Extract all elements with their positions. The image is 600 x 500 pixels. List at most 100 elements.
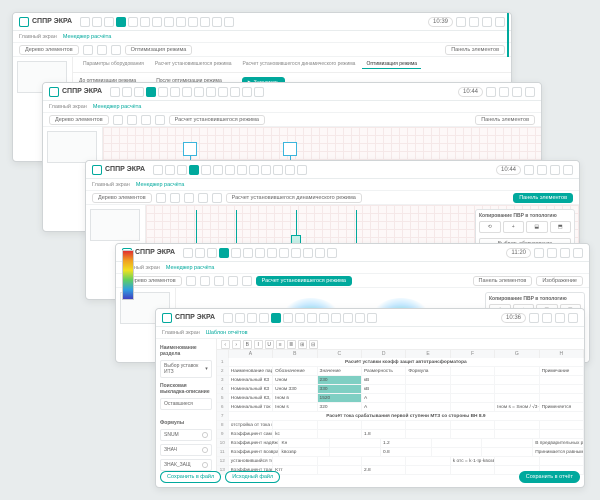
panel-btn[interactable]: ⬒ — [550, 221, 572, 233]
mini-btn[interactable] — [242, 276, 252, 286]
window-btn[interactable] — [495, 17, 505, 27]
tool-btn[interactable] — [212, 17, 222, 27]
cell[interactable] — [406, 421, 450, 429]
fmt-btn[interactable]: ‹ — [221, 340, 230, 349]
cell[interactable] — [540, 394, 584, 402]
tool-btn[interactable] — [183, 248, 193, 258]
formula-item[interactable]: ЗНАК_ЗАЩ — [160, 459, 212, 471]
cell[interactable]: 320 — [318, 403, 362, 411]
tool-btn-active[interactable] — [116, 17, 126, 27]
tool-btn[interactable] — [307, 313, 317, 323]
mini-btn[interactable] — [156, 193, 166, 203]
tool-btn[interactable] — [315, 248, 325, 258]
tool-btn[interactable] — [110, 87, 120, 97]
cell[interactable] — [451, 421, 495, 429]
table-row[interactable]: 6Номинальный ток обмотки, сила 3Iном s32… — [217, 403, 584, 412]
window-btn[interactable] — [525, 87, 535, 97]
cell[interactable]: А — [362, 403, 406, 411]
cell[interactable] — [495, 430, 539, 438]
col-header[interactable] — [217, 350, 229, 358]
window-btn[interactable] — [547, 248, 557, 258]
mini-btn[interactable] — [111, 45, 121, 55]
cell[interactable] — [406, 394, 450, 402]
cell[interactable]: 0.8 — [381, 448, 432, 456]
panel-btn[interactable]: ⬓ — [526, 221, 548, 233]
col-header[interactable]: E — [406, 350, 450, 358]
tool-btn[interactable] — [224, 17, 234, 27]
col-header[interactable]: H — [540, 350, 584, 358]
window-btn[interactable] — [555, 313, 565, 323]
fmt-btn[interactable]: ⊞ — [298, 340, 307, 349]
panel-toggle[interactable]: Панель элементов — [473, 276, 533, 286]
cell[interactable]: 230 — [318, 376, 362, 384]
crumb-item[interactable]: Главный экран — [92, 182, 130, 188]
table-row[interactable]: 2Наименование параметраОбозначениеЗначен… — [217, 367, 584, 376]
mini-btn[interactable] — [127, 115, 137, 125]
tab[interactable]: Расчет установившегося динамического реж… — [239, 60, 360, 69]
window-btn[interactable] — [482, 17, 492, 27]
cell[interactable]: Применяется — [540, 403, 584, 411]
thumbnail[interactable] — [90, 209, 140, 241]
cell[interactable]: кВ — [362, 376, 406, 384]
cell[interactable] — [362, 421, 406, 429]
panel-btn[interactable]: ⟲ — [479, 221, 501, 233]
mini-btn[interactable] — [83, 45, 93, 55]
cell[interactable]: отстройка от тока нагрузки в месте устан… — [229, 421, 273, 429]
tool-btn-active[interactable] — [146, 87, 156, 97]
tool-btn[interactable] — [122, 87, 132, 97]
mini-btn[interactable] — [113, 115, 123, 125]
cell[interactable] — [451, 403, 495, 411]
cell[interactable] — [273, 457, 317, 465]
tool-btn[interactable] — [243, 248, 253, 258]
mini-btn[interactable] — [186, 276, 196, 286]
tool-btn[interactable] — [206, 87, 216, 97]
cell[interactable]: Примечание — [540, 367, 584, 375]
diagram-node[interactable] — [283, 142, 297, 156]
cell[interactable] — [330, 448, 381, 456]
table-row[interactable]: 12установившийся ток, протекающий в мест… — [217, 457, 584, 466]
cell[interactable] — [540, 376, 584, 384]
mini-btn[interactable] — [170, 193, 180, 203]
tool-btn[interactable] — [165, 165, 175, 175]
cell[interactable]: Iном в — [273, 394, 317, 402]
window-btn[interactable] — [456, 17, 466, 27]
cell[interactable]: Значение — [318, 367, 362, 375]
cell[interactable] — [330, 439, 381, 447]
dropdown-calc[interactable]: Расчет установившегося динамического реж… — [226, 193, 362, 203]
col-header[interactable]: G — [495, 350, 539, 358]
source-file-button[interactable]: Исходный файл — [225, 471, 280, 483]
crumb-item[interactable]: Главный экран — [19, 34, 57, 40]
cell[interactable] — [432, 439, 483, 447]
tool-btn[interactable] — [254, 87, 264, 97]
cell[interactable]: Обозначение — [273, 367, 317, 375]
tool-btn[interactable] — [182, 87, 192, 97]
cell[interactable] — [495, 385, 539, 393]
cell[interactable]: Формула — [406, 367, 450, 375]
tool-btn[interactable] — [128, 17, 138, 27]
window-btn[interactable] — [568, 313, 578, 323]
crumb-item[interactable]: Главный экран — [162, 330, 200, 336]
cell[interactable] — [482, 439, 533, 447]
table-row[interactable]: 1Расчёт уставки коэфф защит автотрансфор… — [217, 358, 584, 367]
tool-btn[interactable] — [194, 87, 204, 97]
cell[interactable]: 1.8 — [362, 430, 406, 438]
tool-btn[interactable] — [201, 165, 211, 175]
fmt-btn[interactable]: ⊟ — [309, 340, 318, 349]
tool-btn[interactable] — [259, 313, 269, 323]
cell[interactable]: Uном 330 — [273, 385, 317, 393]
tool-btn[interactable] — [331, 313, 341, 323]
window-btn[interactable] — [563, 165, 573, 175]
tool-btn[interactable] — [319, 313, 329, 323]
col-header[interactable]: B — [273, 350, 317, 358]
cell[interactable]: кВ — [362, 385, 406, 393]
cell[interactable]: Iном s = Sном / √3·Uном — [495, 403, 539, 411]
col-header[interactable]: F — [451, 350, 495, 358]
tool-btn[interactable] — [355, 313, 365, 323]
mini-btn[interactable] — [198, 193, 208, 203]
window-btn[interactable] — [529, 313, 539, 323]
cell[interactable]: 1520 — [318, 394, 362, 402]
panel-toggle[interactable]: Панель элементов — [475, 115, 535, 125]
cell[interactable]: Номинальный КЗ, сила 1 — [229, 394, 273, 402]
cell[interactable]: Uном — [273, 376, 317, 384]
window-btn[interactable] — [486, 87, 496, 97]
